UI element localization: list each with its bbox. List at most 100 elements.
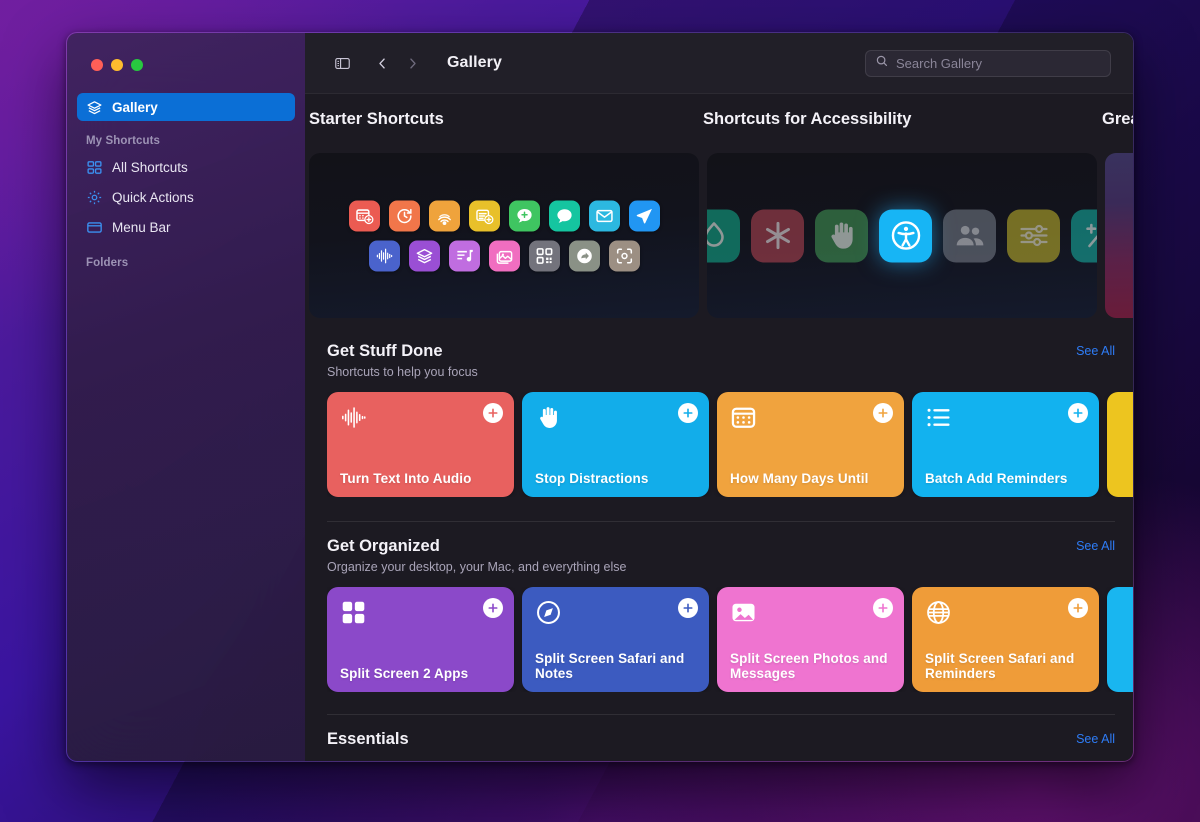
banner-accessibility[interactable] (707, 153, 1097, 318)
shortcut-card-clipped[interactable] (1107, 392, 1133, 497)
sidebar-item-gallery[interactable]: Gallery (77, 93, 295, 121)
see-all-link[interactable]: See All (1076, 342, 1115, 358)
sidebar-section-folders: Folders (86, 257, 129, 269)
search-field[interactable] (865, 49, 1111, 77)
banner-starter-shortcuts[interactable] (309, 153, 699, 318)
shortcut-card[interactable]: Split Screen Safari and Reminders (912, 587, 1099, 692)
card-title: Split Screen 2 Apps (340, 666, 469, 682)
add-shortcut-button[interactable] (483, 598, 503, 618)
sidebar-item-label: All Shortcuts (112, 159, 188, 175)
section-header: Essentials See All (327, 730, 1115, 749)
photos-icon[interactable] (488, 240, 520, 271)
shortcut-card[interactable]: Batch Add Reminders (912, 392, 1099, 497)
page-title: Gallery (447, 54, 502, 71)
plus-minus-icon[interactable] (1071, 209, 1097, 262)
add-shortcut-button[interactable] (678, 598, 698, 618)
card-title: How Many Days Until (730, 471, 869, 487)
gallery-content[interactable]: Starter Shortcuts Shortcuts for Accessib… (305, 94, 1133, 761)
grid-icon (86, 159, 103, 176)
calendar-icon (730, 404, 757, 431)
card-title: Batch Add Reminders (925, 471, 1068, 487)
search-input[interactable] (896, 55, 1101, 71)
gear-icon (86, 189, 103, 206)
close-button[interactable] (91, 59, 103, 71)
sidebar-toggle-button[interactable] (329, 51, 355, 75)
sidebar-item-menu-bar[interactable]: Menu Bar (77, 213, 295, 241)
hand-raised-icon (535, 404, 562, 431)
layers-icon[interactable] (408, 240, 440, 271)
calendar-add-icon[interactable] (348, 200, 380, 231)
shortcut-card[interactable]: Split Screen Photos and Messages (717, 587, 904, 692)
airdrop-icon[interactable] (428, 200, 460, 231)
timer-icon[interactable] (388, 200, 420, 231)
banner-title-accessibility: Shortcuts for Accessibility (703, 110, 912, 128)
people-icon[interactable] (943, 209, 996, 262)
forward-button[interactable] (399, 51, 425, 75)
shortcut-card[interactable]: Turn Text Into Audio (327, 392, 514, 497)
section-subtitle: Shortcuts to help you focus (327, 365, 478, 379)
section-subtitle: Organize your desktop, your Mac, and eve… (327, 560, 627, 574)
sidebar-item-label: Gallery (112, 99, 158, 115)
sliders-icon[interactable] (1007, 209, 1060, 262)
card-title: Stop Distractions (535, 471, 649, 487)
traffic-lights (77, 41, 295, 71)
shortcut-card-clipped[interactable] (1107, 587, 1133, 692)
sidebar-item-label: Quick Actions (112, 189, 194, 205)
starter-icon-grid (309, 200, 699, 271)
section-title: Get Stuff Done (327, 342, 443, 360)
hand-raised-icon[interactable] (815, 209, 868, 262)
asterisk-icon[interactable] (751, 209, 804, 262)
shortcut-card[interactable]: Stop Distractions (522, 392, 709, 497)
screenshot-icon[interactable] (608, 240, 640, 271)
note-add-icon[interactable] (468, 200, 500, 231)
droplet-icon[interactable] (707, 209, 740, 262)
see-all-link[interactable]: See All (1076, 730, 1115, 746)
section-divider (327, 521, 1115, 522)
qr-code-icon[interactable] (528, 240, 560, 271)
list-bullet-icon (925, 404, 952, 431)
section-header: Get Stuff Done Shortcuts to help you foc… (327, 342, 1115, 379)
nav-buttons (369, 51, 425, 75)
music-note-icon[interactable] (448, 240, 480, 271)
back-button[interactable] (369, 51, 395, 75)
add-shortcut-button[interactable] (873, 403, 893, 423)
mail-icon[interactable] (588, 200, 620, 231)
see-all-link[interactable]: See All (1076, 537, 1115, 553)
layers-icon (86, 99, 103, 116)
photo-icon (730, 599, 757, 626)
banner-title-great: Great Shortcuts (1102, 110, 1133, 128)
share-icon[interactable] (568, 240, 600, 271)
add-shortcut-button[interactable] (678, 403, 698, 423)
add-shortcut-button[interactable] (483, 403, 503, 423)
sidebar-item-quick-actions[interactable]: Quick Actions (77, 183, 295, 211)
section-title: Get Organized (327, 537, 440, 555)
waveform-icon[interactable] (368, 240, 400, 271)
sidebar-item-all-shortcuts[interactable]: All Shortcuts (77, 153, 295, 181)
compass-icon (535, 599, 562, 626)
add-shortcut-button[interactable] (1068, 598, 1088, 618)
waveform-icon (340, 404, 367, 431)
section-essentials: Essentials See All (305, 714, 1133, 749)
sidebar-section-my-shortcuts: My Shortcuts (86, 135, 161, 147)
menubar-icon (86, 219, 103, 236)
message-icon[interactable] (548, 200, 580, 231)
section-header: Get Organized Organize your desktop, you… (327, 537, 1115, 574)
banner-row (305, 153, 1133, 318)
accessibility-icon[interactable] (879, 209, 932, 262)
banner-title-starter: Starter Shortcuts (309, 110, 444, 128)
section-get-stuff-done: Get Stuff Done Shortcuts to help you foc… (305, 342, 1133, 497)
shortcuts-window: Gallery My Shortcuts All Shortcuts Quick… (66, 32, 1134, 762)
search-icon (875, 54, 889, 73)
minimize-button[interactable] (111, 59, 123, 71)
section-get-organized: Get Organized Organize your desktop, you… (305, 521, 1133, 692)
shortcut-card[interactable]: How Many Days Until (717, 392, 904, 497)
message-add-icon[interactable] (508, 200, 540, 231)
shortcut-card[interactable]: Split Screen Safari and Notes (522, 587, 709, 692)
banner-great-shortcuts[interactable] (1105, 153, 1133, 318)
send-icon[interactable] (628, 200, 660, 231)
zoom-button[interactable] (131, 59, 143, 71)
add-shortcut-button[interactable] (873, 598, 893, 618)
shortcut-card[interactable]: Split Screen 2 Apps (327, 587, 514, 692)
add-shortcut-button[interactable] (1068, 403, 1088, 423)
card-title: Split Screen Safari and Reminders (925, 650, 1075, 682)
